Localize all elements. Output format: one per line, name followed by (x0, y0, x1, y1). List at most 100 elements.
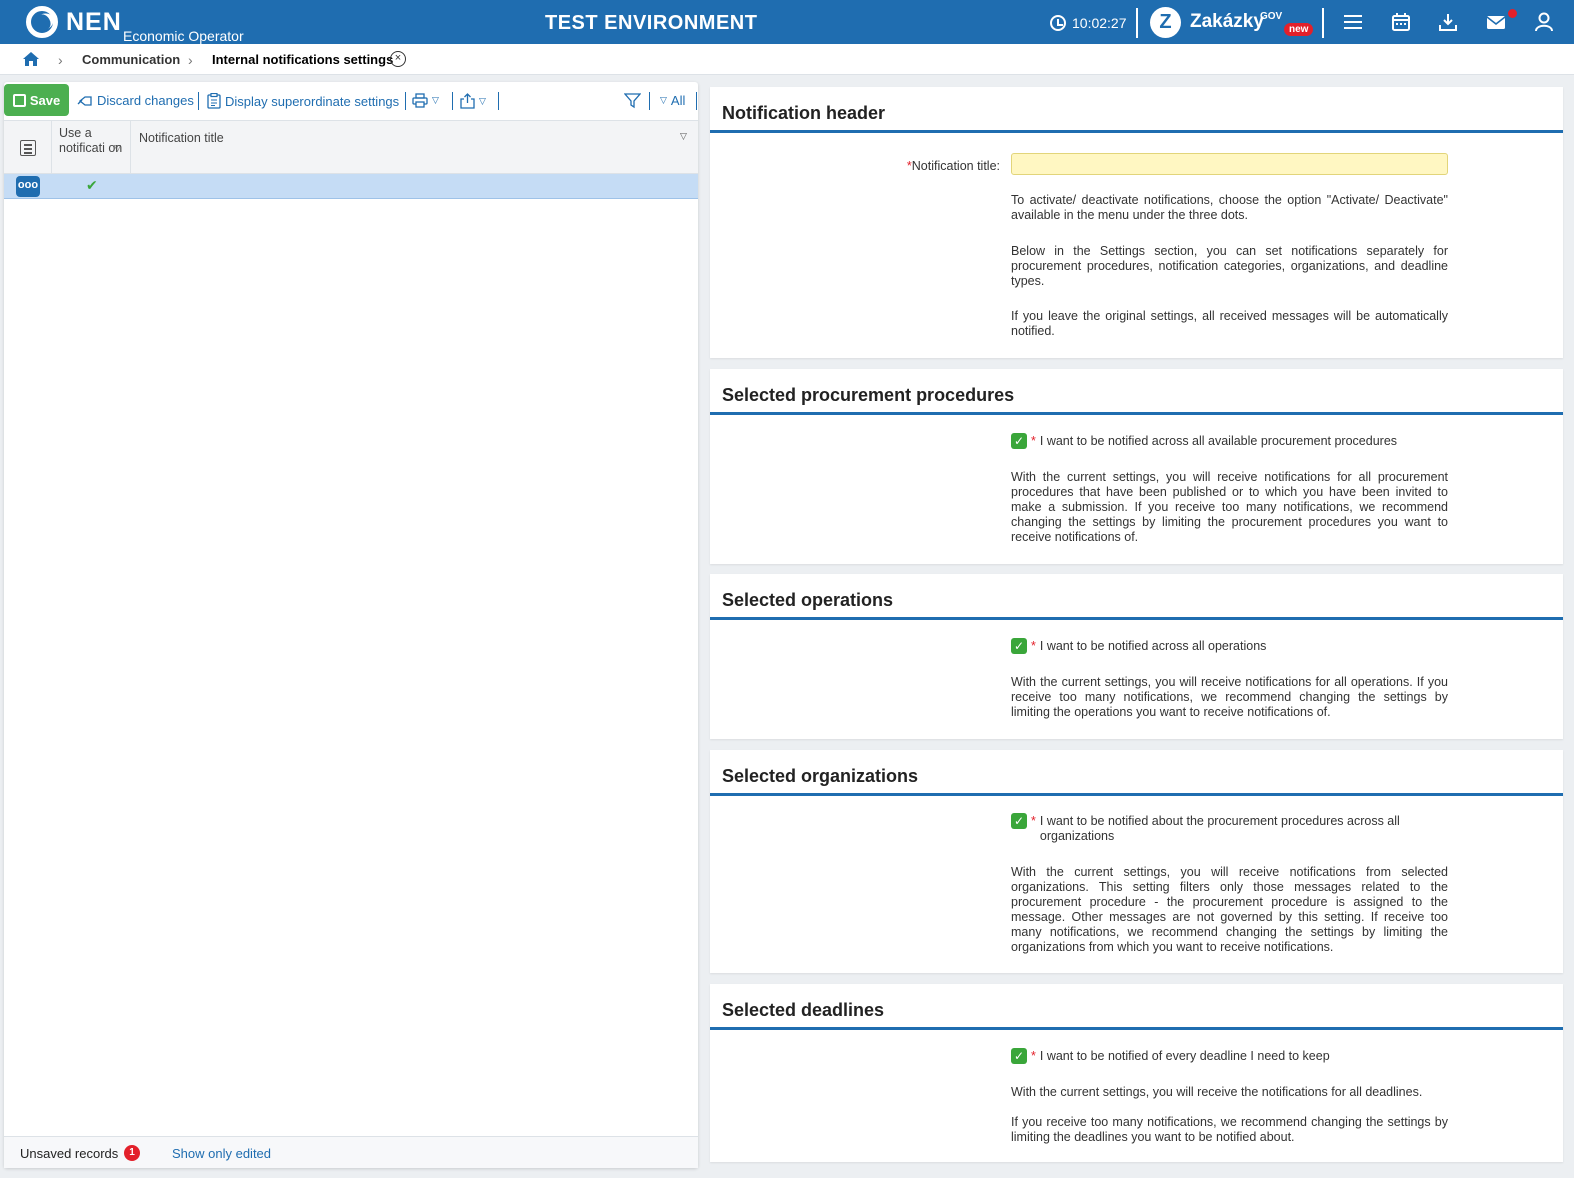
filter-all-label: All (670, 93, 686, 108)
divider (452, 92, 453, 110)
chevron-right-icon: › (58, 52, 63, 68)
session-clock: 10:02:27 (1050, 15, 1127, 31)
divider (710, 412, 1563, 415)
zakazky-logo-icon[interactable]: Z (1150, 7, 1181, 38)
show-only-edited-link[interactable]: Show only edited (172, 1146, 271, 1161)
deadlines-checkbox-row[interactable]: ✓ * I want to be notified of every deadl… (1011, 1048, 1448, 1064)
mail-icon[interactable] (1486, 12, 1506, 32)
column-settings-icon[interactable] (20, 140, 36, 156)
top-bar: NEN Economic Operator TEST ENVIRONMENT 1… (0, 0, 1574, 44)
caret-down-icon: ▽ (479, 95, 486, 106)
info-text: To activate/ deactivate notifications, c… (1011, 193, 1448, 222)
unsaved-records-label: Unsaved records (20, 1146, 119, 1161)
toolbar: Save Discard changes Display superordina… (4, 82, 698, 120)
export-icon (460, 93, 475, 109)
discard-changes-button[interactable]: Discard changes (77, 93, 194, 108)
chevron-right-icon: › (188, 52, 193, 68)
divider (710, 617, 1563, 620)
divider (405, 92, 406, 110)
brand-name: NEN (66, 8, 122, 36)
checkbox-checked-icon[interactable]: ✓ (1011, 1048, 1027, 1064)
required-mark: * (1031, 1049, 1036, 1063)
breadcrumb-current: Internal notifications settings (212, 52, 394, 67)
clock-icon (1050, 15, 1066, 31)
section-deadlines: Selected deadlines ✓ * I want to be noti… (710, 984, 1563, 1162)
close-icon[interactable]: × (390, 51, 406, 67)
save-icon (12, 93, 26, 107)
superordinate-settings-button[interactable]: Display superordinate settings (207, 93, 399, 109)
home-icon[interactable] (22, 51, 40, 67)
info-text: With the current settings, you will rece… (1011, 470, 1448, 544)
divider (710, 1027, 1563, 1030)
info-text: With the current settings, you will rece… (1011, 1085, 1423, 1099)
section-title: Selected organizations (722, 766, 919, 786)
organizations-checkbox-row[interactable]: ✓ * I want to be notified about the proc… (1011, 813, 1448, 844)
checkbox-checked-icon[interactable]: ✓ (1011, 433, 1027, 449)
brand-subtitle: Economic Operator (123, 28, 244, 44)
divider (649, 92, 650, 110)
section-organizations: Selected organizations ✓ * I want to be … (710, 750, 1563, 973)
procedures-checkbox-row[interactable]: ✓ * I want to be notified across all ava… (1011, 433, 1448, 449)
column-header-notification-title[interactable]: Notification title (139, 131, 224, 145)
divider (1322, 8, 1324, 38)
breadcrumb-communication[interactable]: Communication (82, 52, 180, 67)
info-text: If you leave the original settings, all … (1011, 309, 1448, 338)
table-row[interactable]: ooo ✔ (4, 174, 698, 199)
column-settings-cell[interactable] (4, 121, 52, 174)
caret-down-icon: ▽ (660, 95, 667, 105)
breadcrumb: › Communication › Internal notifications… (0, 44, 1574, 75)
section-title: Selected deadlines (722, 1000, 885, 1020)
divider (710, 793, 1563, 796)
divider (1136, 8, 1138, 38)
required-mark: * (1031, 814, 1036, 828)
grid-footer: Unsaved records 1 Show only edited (4, 1136, 698, 1168)
notification-title-input[interactable] (1011, 153, 1448, 175)
checkbox-label: I want to be notified across all operati… (1039, 639, 1267, 653)
info-text: With the current settings, you will rece… (1011, 865, 1448, 954)
checkbox-label: I want to be notified about the procurem… (1039, 814, 1400, 843)
menu-icon[interactable] (1344, 12, 1364, 32)
info-text: Below in the Settings section, you can s… (1011, 244, 1448, 288)
clock-time: 10:02:27 (1072, 15, 1127, 31)
calendar-icon[interactable] (1391, 12, 1411, 32)
required-mark: * (1031, 639, 1036, 653)
filter-icon[interactable] (624, 92, 641, 109)
section-operations: Selected operations ✓ * I want to be not… (710, 574, 1563, 739)
print-menu-button[interactable]: ▽ (412, 93, 439, 108)
notification-title-label: *Notification title: (906, 159, 1000, 173)
info-text: With the current settings, you will rece… (1011, 675, 1448, 719)
filter-all-dropdown[interactable]: ▽ All (660, 93, 685, 108)
checkbox-label: I want to be notified across all availab… (1039, 434, 1398, 448)
zakazky-link[interactable]: Zakázky (1190, 11, 1264, 33)
user-icon[interactable] (1534, 12, 1554, 32)
operations-checkbox-row[interactable]: ✓ * I want to be notified across all ope… (1011, 638, 1448, 654)
info-text: If you receive too many notifications, w… (1011, 1115, 1448, 1144)
discard-icon (77, 95, 92, 106)
grid-header: Use a notificati on ▽ Notification title… (4, 120, 698, 174)
divider (696, 92, 697, 110)
checkbox-checked-icon[interactable]: ✓ (1011, 638, 1027, 654)
download-icon[interactable] (1438, 12, 1458, 32)
export-menu-button[interactable]: ▽ (460, 93, 486, 109)
divider (198, 92, 199, 110)
sort-caret-icon[interactable]: ▽ (114, 143, 121, 154)
section-title: Notification header (722, 103, 886, 123)
section-title: Selected procurement procedures (722, 385, 1015, 405)
environment-title: TEST ENVIRONMENT (545, 12, 758, 34)
save-button[interactable]: Save (4, 84, 69, 116)
checkbox-label: I want to be notified of every deadline … (1039, 1049, 1330, 1063)
records-panel: Save Discard changes Display superordina… (4, 82, 698, 1168)
new-badge: new (1284, 23, 1314, 36)
nen-logo-icon[interactable] (26, 6, 58, 38)
zakazky-gov-label: GOV (1260, 11, 1283, 22)
clipboard-icon (207, 93, 221, 109)
checkbox-checked-icon[interactable]: ✓ (1011, 813, 1027, 829)
section-title: Selected operations (722, 590, 894, 610)
divider (710, 130, 1563, 133)
section-procurement-procedures: Selected procurement procedures ✓ * I wa… (710, 369, 1563, 564)
row-menu-button[interactable]: ooo (16, 176, 40, 197)
caret-down-icon: ▽ (432, 95, 439, 105)
superordinate-label: Display superordinate settings (225, 93, 400, 109)
sort-caret-icon[interactable]: ▽ (680, 131, 687, 142)
checkmark-icon: ✔ (86, 177, 98, 193)
